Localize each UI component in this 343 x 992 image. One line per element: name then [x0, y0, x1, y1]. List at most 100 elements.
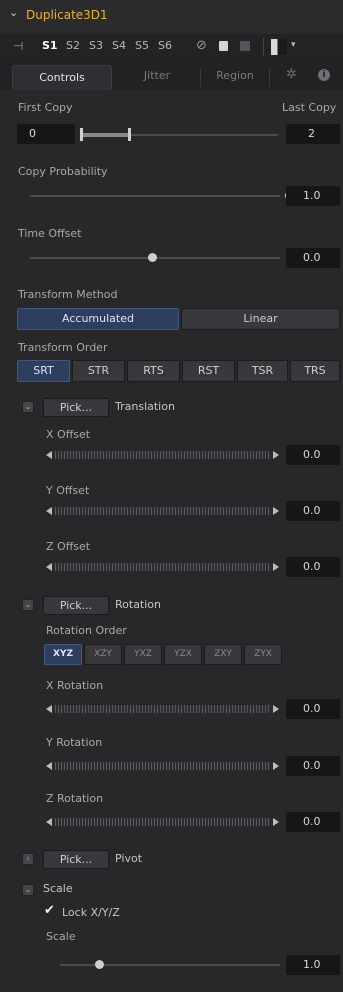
x-offset-decrement-icon[interactable]	[46, 451, 52, 459]
lock-icon[interactable]	[219, 41, 228, 51]
lock-xyz-checkmark-icon[interactable]: ✔	[44, 903, 55, 918]
version-slot-s2[interactable]: S2	[66, 39, 80, 52]
last-copy-input[interactable]: 2	[286, 124, 340, 144]
order-str-button[interactable]: STR	[72, 360, 125, 382]
y-offset-increment-icon[interactable]	[273, 507, 279, 515]
rotation-order-zxy-label: ZXY	[214, 649, 232, 659]
version-slot-s5[interactable]: S5	[135, 39, 149, 52]
tab-controls[interactable]: Controls	[12, 65, 112, 90]
order-srt-button[interactable]: SRT	[17, 360, 70, 382]
order-rts-button[interactable]: RTS	[127, 360, 180, 382]
time-offset-knob[interactable]	[148, 253, 157, 262]
version-slot-s3[interactable]: S3	[89, 39, 103, 52]
z-offset-value: 0.0	[303, 560, 321, 573]
rotation-order-xzy-button[interactable]: XZY	[84, 644, 122, 665]
copy-probability-track[interactable]	[30, 195, 280, 197]
tab-bar: Controls Jitter Region ✲ i	[0, 60, 343, 90]
x-rotation-decrement-icon[interactable]	[46, 705, 52, 713]
settings-gear-icon[interactable]: ✲	[286, 67, 297, 82]
x-rotation-value: 0.0	[303, 702, 321, 715]
pivot-expand-icon[interactable]: ›	[22, 853, 34, 865]
y-offset-thumbwheel[interactable]	[55, 507, 271, 515]
x-offset-input[interactable]: 0.0	[286, 445, 340, 465]
order-trs-label: TRS	[304, 364, 326, 377]
version-slot-s6[interactable]: S6	[158, 39, 172, 52]
pivot-pick-label: Pick...	[59, 853, 93, 866]
order-rst-button[interactable]: RST	[182, 360, 235, 382]
rotation-order-xzy-label: XZY	[94, 649, 112, 659]
order-tsr-button[interactable]: TSR	[237, 360, 288, 382]
z-offset-input[interactable]: 0.0	[286, 557, 340, 577]
scale-knob[interactable]	[95, 960, 104, 969]
x-rotation-thumbwheel[interactable]	[55, 705, 271, 713]
y-offset-decrement-icon[interactable]	[46, 507, 52, 515]
copy-range-slider[interactable]	[80, 124, 280, 144]
method-linear-button[interactable]: Linear	[181, 308, 340, 330]
y-rotation-increment-icon[interactable]	[273, 762, 279, 770]
translation-expand-icon[interactable]: ⌄	[22, 401, 34, 413]
x-rotation-increment-icon[interactable]	[273, 705, 279, 713]
toolbar: ⊣ S1 S2 S3 S4 S5 S6 ⊘ ▾	[0, 34, 343, 60]
scale-expand-icon[interactable]: ⌄	[22, 884, 34, 896]
z-rotation-increment-icon[interactable]	[273, 818, 279, 826]
rotation-order-yzx-button[interactable]: YZX	[164, 644, 202, 665]
first-copy-input[interactable]: 0	[17, 124, 75, 144]
pin-icon[interactable]: ⊣	[13, 39, 23, 53]
color-swatch[interactable]	[271, 39, 287, 55]
rotation-order-yzx-label: YZX	[174, 649, 192, 659]
rotation-order-yxz-button[interactable]: YXZ	[124, 644, 162, 665]
rotation-order-xyz-button[interactable]: XYZ	[44, 644, 82, 665]
rotation-order-label: Rotation Order	[46, 624, 127, 637]
time-offset-input[interactable]: 0.0	[286, 248, 340, 268]
tab-region-label: Region	[216, 69, 254, 82]
tab-controls-label: Controls	[39, 71, 85, 84]
info-icon[interactable]: i	[318, 69, 330, 81]
header: ⌄ Duplicate3D1	[0, 0, 343, 34]
tab-jitter-label: Jitter	[143, 69, 171, 82]
range-fill	[83, 133, 128, 137]
tab-jitter[interactable]: Jitter	[124, 69, 190, 87]
y-rotation-thumbwheel[interactable]	[55, 762, 271, 770]
pivot-pick-button[interactable]: Pick...	[43, 850, 109, 869]
first-copy-value: 0	[29, 127, 36, 140]
translation-pick-button[interactable]: Pick...	[43, 398, 109, 417]
z-offset-thumbwheel[interactable]	[55, 563, 271, 571]
rotation-expand-icon[interactable]: ⌄	[22, 599, 34, 611]
z-offset-increment-icon[interactable]	[273, 563, 279, 571]
rotation-label: Rotation	[115, 598, 162, 611]
method-accumulated-label: Accumulated	[62, 312, 134, 325]
translation-pick-label: Pick...	[59, 401, 93, 414]
z-rotation-thumbwheel[interactable]	[55, 818, 271, 826]
rotation-order-zyx-button[interactable]: ZYX	[244, 644, 282, 665]
swatch-dropdown-icon[interactable]: ▾	[291, 40, 296, 50]
x-offset-increment-icon[interactable]	[273, 451, 279, 459]
scale-input[interactable]: 1.0	[286, 955, 340, 975]
version-slot-s1[interactable]: S1	[42, 39, 58, 52]
order-tsr-label: TSR	[251, 364, 274, 377]
rotation-order-zxy-button[interactable]: ZXY	[204, 644, 242, 665]
tab-region[interactable]: Region	[200, 69, 270, 87]
z-rotation-decrement-icon[interactable]	[46, 818, 52, 826]
z-rotation-input[interactable]: 0.0	[286, 812, 340, 832]
y-offset-input[interactable]: 0.0	[286, 501, 340, 521]
z-offset-decrement-icon[interactable]	[46, 563, 52, 571]
collapse-chevron-icon[interactable]: ⌄	[9, 6, 18, 19]
rotation-order-zyx-label: ZYX	[254, 649, 272, 659]
pivot-label: Pivot	[115, 852, 143, 865]
disable-icon[interactable]: ⊘	[196, 38, 207, 53]
time-offset-label: Time Offset	[18, 227, 82, 240]
y-rotation-input[interactable]: 0.0	[286, 756, 340, 776]
method-accumulated-button[interactable]: Accumulated	[17, 308, 179, 330]
version-slot-s4[interactable]: S4	[112, 39, 126, 52]
y-rotation-decrement-icon[interactable]	[46, 762, 52, 770]
first-copy-label: First Copy	[18, 101, 73, 114]
node-title: Duplicate3D1	[26, 8, 108, 22]
x-offset-thumbwheel[interactable]	[55, 451, 271, 459]
cache-icon[interactable]	[240, 41, 250, 51]
copy-probability-input[interactable]: 1.0	[286, 186, 340, 206]
order-trs-button[interactable]: TRS	[290, 360, 340, 382]
x-rotation-input[interactable]: 0.0	[286, 699, 340, 719]
x-offset-label: X Offset	[46, 428, 91, 441]
scale-track[interactable]	[60, 964, 280, 966]
rotation-pick-button[interactable]: Pick...	[43, 596, 109, 615]
